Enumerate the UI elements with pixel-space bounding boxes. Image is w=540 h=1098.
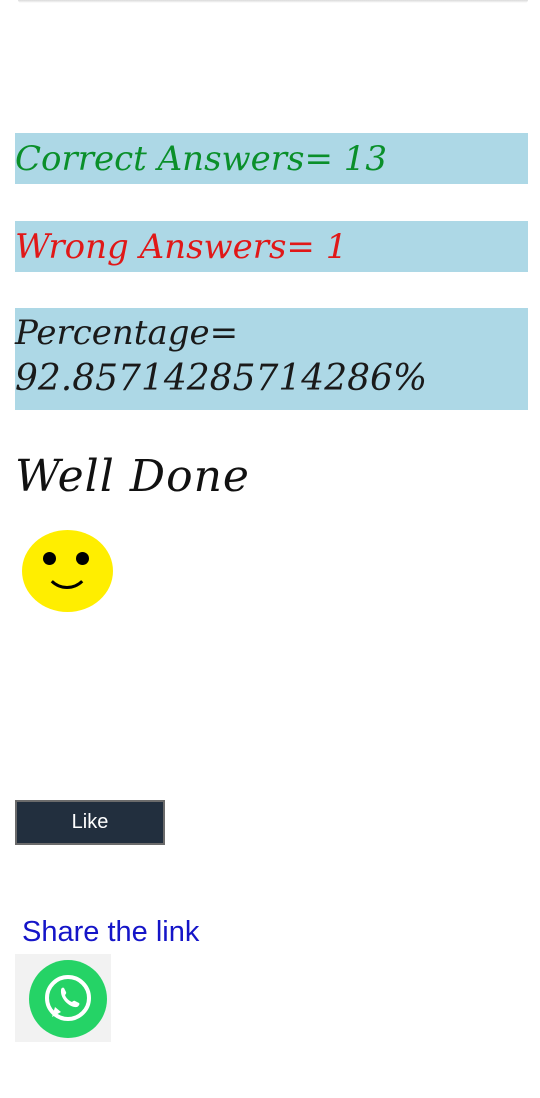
wrong-answers-box: Wrong Answers= 1 xyxy=(15,221,528,272)
whatsapp-share-button[interactable] xyxy=(15,954,111,1042)
correct-answers-box: Correct Answers= 13 xyxy=(15,133,528,184)
percentage-value: 92.85714285714286% xyxy=(15,358,428,399)
smiley-mouth xyxy=(44,564,90,589)
wrong-answers-text: Wrong Answers= 1 xyxy=(15,227,348,267)
percentage-box: Percentage= 92.85714285714286% xyxy=(15,308,528,410)
result-message: Well Done xyxy=(15,451,250,502)
percentage-label: Percentage= xyxy=(15,313,239,353)
share-link[interactable]: Share the link xyxy=(22,916,199,949)
top-card-edge xyxy=(18,0,528,3)
like-button[interactable]: Like xyxy=(15,800,165,845)
correct-answers-text: Correct Answers= 13 xyxy=(15,139,388,179)
smiley-face-icon xyxy=(22,530,113,612)
whatsapp-icon xyxy=(29,960,107,1038)
